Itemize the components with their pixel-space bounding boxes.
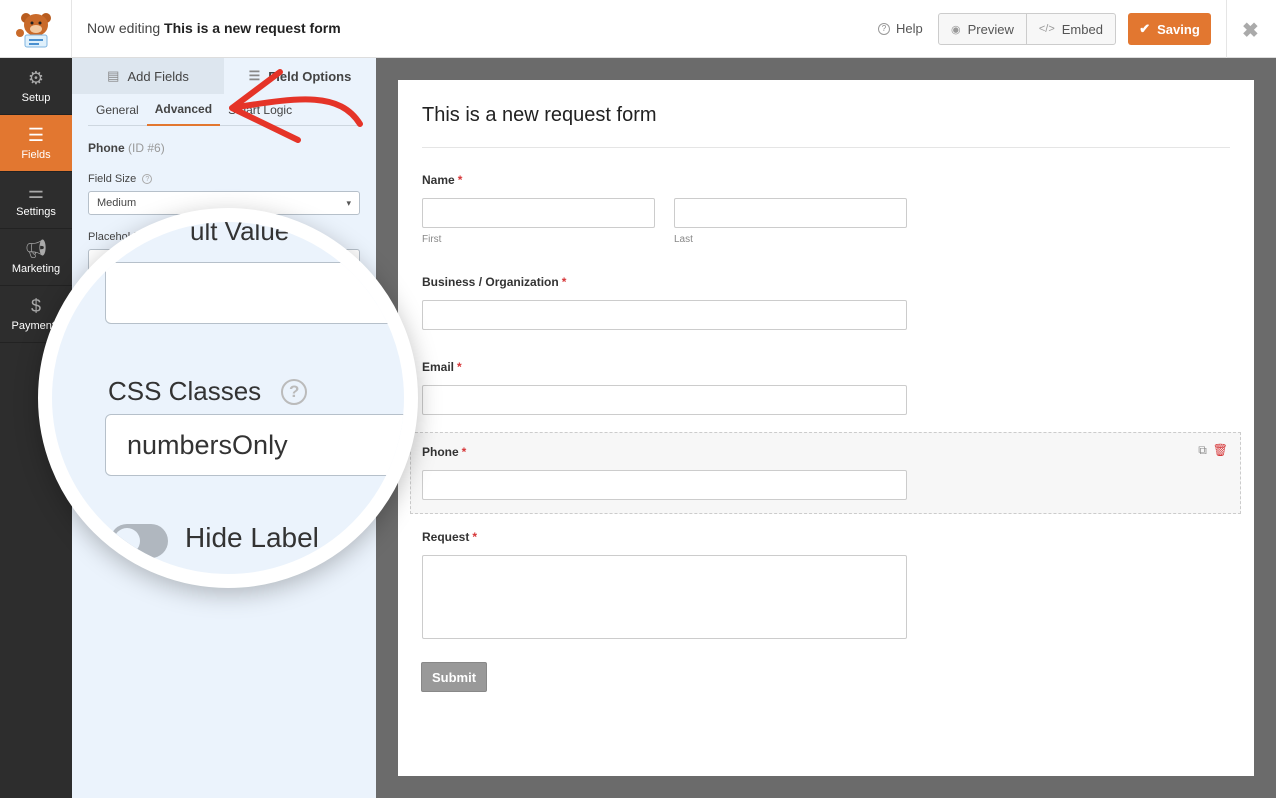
field-actions: ⧉ 🗑︎ — [1198, 443, 1228, 458]
form-preview: This is a new request form Name * First L… — [398, 80, 1254, 776]
help-icon[interactable]: ? — [142, 174, 153, 184]
fields-icon: ☰ — [27, 125, 45, 145]
required-marker: * — [457, 173, 463, 187]
nav-label: Settings — [16, 206, 56, 218]
eye-icon: ◉ — [951, 23, 961, 36]
name-label: Name * — [422, 173, 462, 187]
divider — [1226, 0, 1227, 58]
email-input[interactable] — [422, 385, 907, 415]
label-text: Request — [422, 530, 470, 544]
required-marker: * — [561, 275, 567, 289]
nav-item-setup[interactable]: ⚙ Setup — [0, 58, 72, 115]
preview-label: Preview — [967, 21, 1014, 37]
field-size-label: Field Size ? — [88, 173, 360, 185]
first-sublabel: First — [422, 234, 442, 245]
business-input[interactable] — [422, 300, 907, 330]
magnified-partial-label: ult Value — [190, 216, 290, 246]
help-label: Help — [896, 21, 923, 36]
nav-label: Fields — [21, 149, 51, 161]
embed-label: Embed — [1061, 21, 1103, 37]
help-button[interactable]: ? Help — [878, 21, 923, 36]
first-name-input[interactable] — [422, 198, 655, 228]
magnified-default-value-input — [105, 262, 404, 324]
form-name: This is a new request form — [164, 20, 341, 36]
bear-mascot-icon — [15, 13, 51, 48]
preview-embed-group: ◉ Preview </> Embed — [938, 13, 1116, 45]
label-text: Email — [422, 360, 455, 374]
megaphone-icon: 📢︎ — [24, 239, 48, 259]
hide-label-text: Hide Label — [185, 522, 319, 553]
phone-input[interactable] — [422, 470, 907, 500]
select-value: Medium — [97, 197, 137, 209]
editing-prefix: Now editing — [87, 20, 161, 36]
checkmark-icon: ✔ — [1139, 21, 1151, 36]
tab-add-fields[interactable]: ▤ Add Fields — [72, 58, 224, 94]
request-textarea[interactable] — [422, 555, 907, 639]
top-bar: Now editing This is a new request form ?… — [0, 0, 1276, 58]
css-classes-input[interactable]: numbersOnly — [105, 414, 404, 476]
divider — [422, 147, 1230, 148]
field-name: Phone — [88, 141, 125, 155]
form-title: This is a new request form — [422, 104, 657, 126]
gear-icon: ⚙ — [27, 68, 45, 88]
label-text: CSS Classes — [108, 376, 262, 406]
help-icon: ? — [878, 22, 890, 35]
subtab-advanced[interactable]: Advanced — [146, 94, 221, 126]
request-label: Request * — [422, 530, 477, 544]
close-icon[interactable]: ✖ — [1242, 18, 1259, 43]
trash-icon[interactable]: 🗑︎ — [1213, 443, 1228, 458]
chevron-down-icon: ▾ — [346, 197, 351, 208]
preview-button[interactable]: ◉ Preview — [939, 14, 1026, 44]
embed-button[interactable]: </> Embed — [1025, 14, 1115, 44]
dollar-icon: $ — [30, 296, 41, 316]
submit-button[interactable]: Submit — [421, 662, 487, 692]
label-text: Field Size — [88, 173, 137, 185]
nav-item-fields[interactable]: ☰ Fields — [0, 115, 72, 172]
list-icon: ▤ — [107, 68, 120, 83]
css-classes-label: CSS Classes ? — [108, 376, 308, 407]
code-icon: </> — [1038, 23, 1055, 35]
annotation-arrow-icon — [229, 69, 363, 143]
required-marker: * — [457, 360, 462, 374]
help-icon: ? — [281, 378, 308, 405]
magnifier-callout: ult Value CSS Classes ? numbersOnly Hide… — [38, 208, 418, 588]
sliders-icon: ⚌ — [27, 182, 45, 202]
saving-label: Saving — [1157, 21, 1200, 37]
label-text: Phone — [422, 445, 459, 459]
last-name-input[interactable] — [674, 198, 907, 228]
label-text: Name — [422, 173, 455, 187]
saving-button[interactable]: ✔ Saving — [1128, 13, 1211, 45]
nav-label: Setup — [21, 92, 51, 104]
email-label: Email * — [422, 360, 462, 374]
nav-item-settings[interactable]: ⚌ Settings — [0, 172, 72, 229]
phone-label: Phone * — [422, 445, 466, 459]
tab-label: Add Fields — [127, 68, 189, 84]
label-text: Business / Organization — [422, 275, 559, 289]
now-editing-title: Now editing This is a new request form — [87, 20, 341, 36]
required-marker: * — [461, 445, 467, 459]
business-label: Business / Organization * — [422, 275, 566, 289]
subtab-general[interactable]: General — [88, 94, 147, 126]
wpforms-logo — [0, 0, 72, 58]
hide-label-toggle[interactable] — [110, 524, 168, 558]
required-marker: * — [472, 530, 478, 544]
field-id: (ID #6) — [128, 141, 165, 155]
last-sublabel: Last — [674, 234, 693, 245]
duplicate-icon[interactable]: ⧉ — [1198, 443, 1207, 458]
magnified-content: ult Value CSS Classes ? numbersOnly Hide… — [52, 222, 404, 574]
